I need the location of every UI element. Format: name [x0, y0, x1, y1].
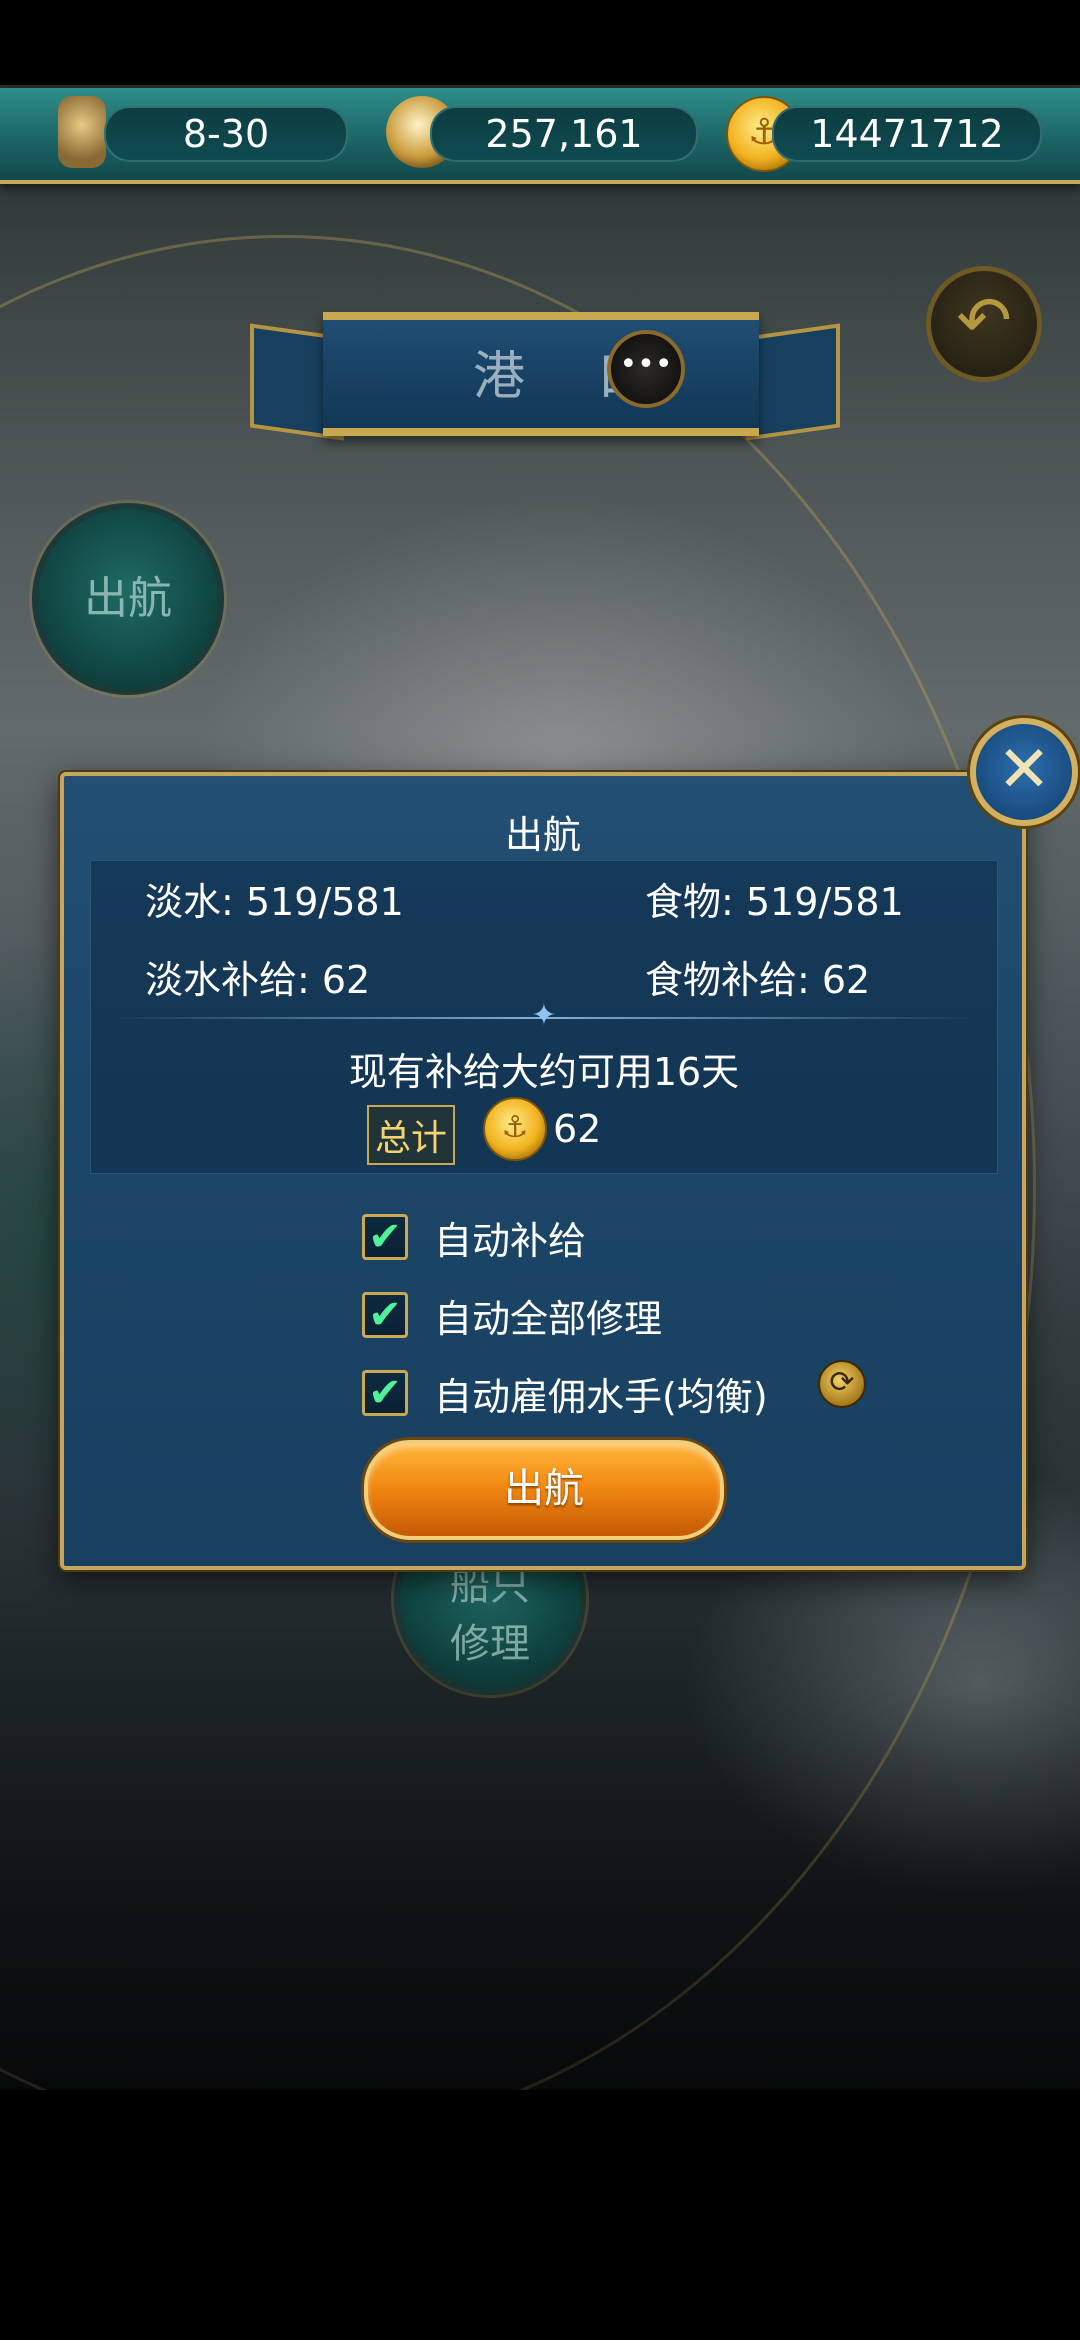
- close-x-icon: ✕: [997, 733, 1051, 807]
- hourglass-icon: [58, 96, 106, 168]
- back-button[interactable]: ↶: [926, 266, 1042, 382]
- port-title-banner: 港 口 •••: [323, 312, 759, 436]
- sail-button[interactable]: 出航: [364, 1440, 724, 1540]
- water-supply-stat: 淡水补给: 62: [145, 958, 371, 1002]
- coin-display: 14471712: [772, 106, 1042, 162]
- resource-bar: 8-30 257,161 14471712: [0, 88, 1080, 184]
- sail-dialog: 出航 淡水: 519/581 食物: 519/581 淡水补给: 62 食物补给…: [60, 772, 1026, 1570]
- auto-repair-label: 自动全部修理: [434, 1297, 663, 1341]
- refresh-icon[interactable]: ⟳: [818, 1360, 866, 1408]
- chat-bubble-icon[interactable]: •••: [607, 330, 685, 408]
- supply-duration-note: 现有补给大约可用16天: [348, 1050, 740, 1094]
- compass-display: 257,161: [430, 106, 698, 162]
- bg-sail-button[interactable]: 出航: [32, 503, 224, 695]
- divider-ornament-icon: ✦: [531, 998, 557, 1033]
- time-value: 8-30: [182, 112, 270, 156]
- back-arrow-icon: ↶: [956, 282, 1012, 359]
- compass-value: 257,161: [485, 112, 643, 156]
- auto-hire-label: 自动雇佣水手(均衡): [434, 1375, 768, 1419]
- auto-supply-checkbox[interactable]: ✔: [362, 1214, 408, 1260]
- dialog-title: 出航: [504, 813, 581, 857]
- anchor-coin-icon: [483, 1097, 547, 1161]
- sail-button-label: 出航: [504, 1466, 584, 1512]
- supply-info-panel: 淡水: 519/581 食物: 519/581 淡水补给: 62 食物补给: 6…: [90, 860, 998, 1174]
- bg-repair-label-line2: 修理: [450, 1621, 530, 1667]
- banner-tail-right: [746, 323, 840, 441]
- total-label: 总计: [367, 1105, 456, 1165]
- total-value: 62: [553, 1107, 602, 1151]
- coin-value: 14471712: [810, 112, 1004, 156]
- auto-repair-checkbox[interactable]: ✔: [362, 1292, 408, 1338]
- close-button[interactable]: ✕: [970, 718, 1078, 826]
- water-stat: 淡水: 519/581: [145, 880, 404, 924]
- auto-hire-checkbox[interactable]: ✔: [362, 1370, 408, 1416]
- auto-supply-label: 自动补给: [434, 1219, 587, 1263]
- food-stat: 食物: 519/581: [645, 880, 904, 924]
- bg-sail-label: 出航: [84, 573, 172, 624]
- time-display: 8-30: [104, 106, 348, 162]
- food-supply-stat: 食物补给: 62: [645, 958, 871, 1002]
